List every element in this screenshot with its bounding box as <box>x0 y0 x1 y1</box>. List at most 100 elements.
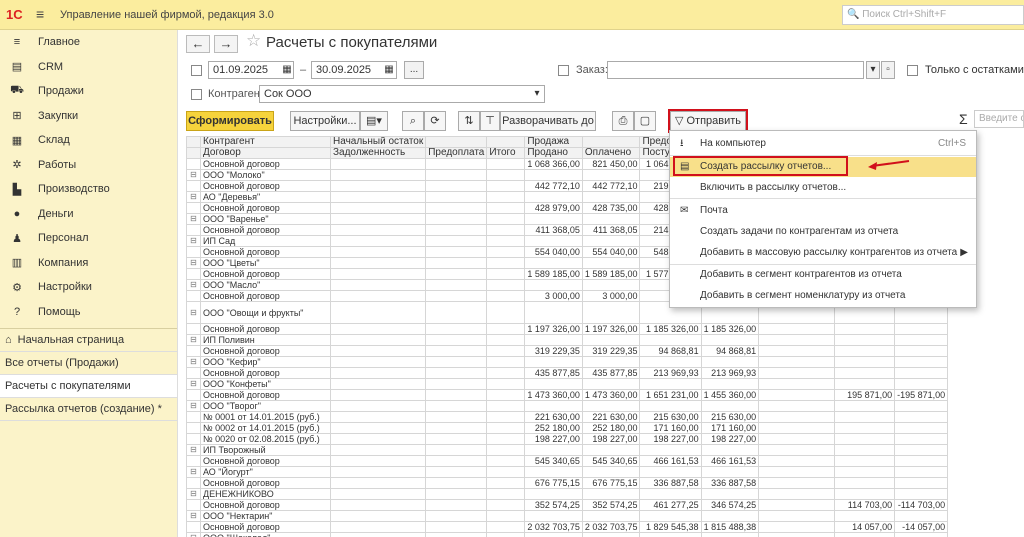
group-toggle-icon[interactable]: ⊟ <box>186 235 201 247</box>
group-toggle-icon[interactable] <box>186 477 201 489</box>
group-toggle-icon[interactable] <box>186 367 201 379</box>
order-checkbox[interactable] <box>558 65 569 76</box>
favorite-star-icon[interactable]: ☆ <box>246 31 261 51</box>
group-toggle-icon[interactable]: ⊟ <box>186 466 201 478</box>
sidebar-item[interactable]: ▙ Производство <box>0 177 177 202</box>
group-toggle-icon[interactable]: ⊟ <box>186 444 201 456</box>
table-cell <box>894 532 949 537</box>
table-cell <box>758 466 836 478</box>
group-toggle-icon[interactable] <box>186 389 201 401</box>
sidebar-item[interactable]: ? Помощь <box>0 300 177 325</box>
sidebar-item[interactable]: ⛟ Продажи <box>0 79 177 104</box>
group-toggle-icon[interactable] <box>186 180 201 192</box>
group-toggle-icon[interactable] <box>186 521 201 533</box>
group-toggle-icon[interactable] <box>186 455 201 467</box>
group-toggle-icon[interactable] <box>186 224 201 236</box>
table-cell <box>425 356 488 368</box>
variants-button[interactable]: ▤▾ <box>360 111 388 131</box>
send-menu-item[interactable]: Добавить в сегмент номенклатуру из отчет… <box>670 286 976 306</box>
table-cell: 466 161,53 <box>639 455 702 467</box>
send-button[interactable]: ▽ Отправить ▾ <box>668 109 748 145</box>
back-button[interactable]: ← <box>186 35 210 53</box>
calendar-icon[interactable]: ▦ <box>382 62 396 80</box>
sum-icon[interactable]: Σ <box>959 111 968 127</box>
table-cell <box>758 521 836 533</box>
open-window-item[interactable]: Рассылка отчетов (создание) * <box>0 398 177 421</box>
group-toggle-icon[interactable] <box>186 268 201 280</box>
group-toggle-icon[interactable]: ⊟ <box>186 191 201 203</box>
sidebar-item[interactable]: ● Деньги <box>0 202 177 227</box>
group-toggle-icon[interactable] <box>186 202 201 214</box>
group-toggle-icon[interactable]: ⊟ <box>186 488 201 500</box>
order-open-button[interactable]: ▫ <box>881 61 895 79</box>
global-search-input[interactable]: 🔍 Поиск Ctrl+Shift+F <box>842 5 1024 25</box>
contractor-dropdown-button[interactable]: ▾ <box>530 86 544 104</box>
sidebar-item[interactable]: ▦ Склад <box>0 128 177 153</box>
period-select-button[interactable]: ... <box>404 61 424 79</box>
group-toggle-icon[interactable]: ⊟ <box>186 510 201 522</box>
table-cell: Контрагент <box>200 136 331 148</box>
expand-to-button[interactable]: Разворачивать до ▾ <box>500 111 596 145</box>
group-toggle-icon[interactable] <box>186 345 201 357</box>
group-toggle-icon[interactable]: ⊟ <box>186 334 201 346</box>
group-toggle-icon[interactable]: ⊟ <box>186 257 201 269</box>
group-toggle-icon[interactable] <box>186 411 201 423</box>
find-next-button[interactable]: ⟳ <box>424 111 446 131</box>
contractor-field[interactable]: Сок ООО <box>259 85 545 103</box>
send-menu-item[interactable]: Добавить в сегмент контрагентов из отчет… <box>670 265 976 285</box>
calendar-icon[interactable]: ▦ <box>280 62 294 80</box>
order-field[interactable] <box>607 61 864 79</box>
contractor-checkbox[interactable] <box>191 89 202 100</box>
group-toggle-icon[interactable] <box>186 246 201 258</box>
open-window-item[interactable]: Расчеты с покупателями <box>0 375 177 398</box>
send-menu-item[interactable]: ✉ Почта <box>670 201 976 221</box>
group-toggle-icon[interactable] <box>186 499 201 511</box>
print-button[interactable]: ⎙ <box>612 111 634 131</box>
group-toggle-icon[interactable]: ⊟ <box>186 400 201 412</box>
table-cell <box>329 158 427 170</box>
table-cell <box>834 488 896 500</box>
order-dropdown-button[interactable]: ▾ <box>866 61 880 79</box>
sidebar-item[interactable]: ⊞ Закупки <box>0 104 177 129</box>
group-toggle-icon[interactable] <box>186 147 201 159</box>
table-row: Основной договор 2 032 703,75 2 032 703,75… <box>186 521 949 533</box>
forward-button[interactable]: → <box>214 35 238 53</box>
settings-button[interactable]: Настройки... <box>290 111 360 131</box>
table-cell <box>425 521 488 533</box>
sidebar-item[interactable]: ▥ Компания <box>0 251 177 276</box>
table-cell <box>524 213 583 225</box>
send-menu-item[interactable]: Включить в рассылку отчетов... <box>670 178 976 198</box>
menu-icon[interactable]: ≡ <box>36 6 44 22</box>
group-toggle-icon[interactable]: ⊟ <box>186 169 201 181</box>
group-toggle-icon[interactable] <box>186 422 201 434</box>
quick-search-input[interactable]: Введите ст <box>974 110 1024 128</box>
period-checkbox[interactable] <box>191 65 202 76</box>
open-window-item[interactable]: Все отчеты (Продажи) <box>0 352 177 375</box>
group-toggle-icon[interactable]: ⊟ <box>186 356 201 368</box>
generate-button[interactable]: Сформировать <box>186 111 274 131</box>
sidebar-item[interactable]: ▤ CRM <box>0 55 177 80</box>
sidebar-item[interactable]: ♟ Персонал <box>0 226 177 251</box>
find-button[interactable]: ⌕ <box>402 111 424 131</box>
group-toggle-icon[interactable]: ⊟ <box>186 213 201 225</box>
group-toggle-icon[interactable] <box>186 323 201 335</box>
group-toggle-icon[interactable] <box>186 136 201 148</box>
group-toggle-icon[interactable]: ⊟ <box>186 378 201 390</box>
group-toggle-icon[interactable]: ⊟ <box>186 301 201 324</box>
open-window-item[interactable]: ⌂ Начальная страница <box>0 329 177 352</box>
group-toggle-icon[interactable] <box>186 433 201 445</box>
preview-button[interactable]: ▢ <box>634 111 656 131</box>
group-button[interactable]: ⊤ <box>480 111 500 131</box>
group-toggle-icon[interactable] <box>186 158 201 170</box>
send-menu-item[interactable]: Добавить в массовую рассылку контрагенто… <box>670 243 976 263</box>
sort-button[interactable]: ⇅ <box>458 111 480 131</box>
group-toggle-icon[interactable]: ⊟ <box>186 279 201 291</box>
only-balances-checkbox[interactable] <box>907 65 918 76</box>
group-toggle-icon[interactable] <box>186 290 201 302</box>
sidebar-item[interactable]: ✲ Работы <box>0 153 177 178</box>
send-menu-item[interactable]: ⭳ На компьютер Ctrl+S <box>670 134 976 154</box>
sidebar-item[interactable]: ⚙ Настройки <box>0 275 177 300</box>
sidebar-item[interactable]: ≡ Главное <box>0 30 177 55</box>
group-toggle-icon[interactable]: ⊟ <box>186 532 201 537</box>
send-menu-item[interactable]: Создать задачи по контрагентам из отчета <box>670 222 976 242</box>
